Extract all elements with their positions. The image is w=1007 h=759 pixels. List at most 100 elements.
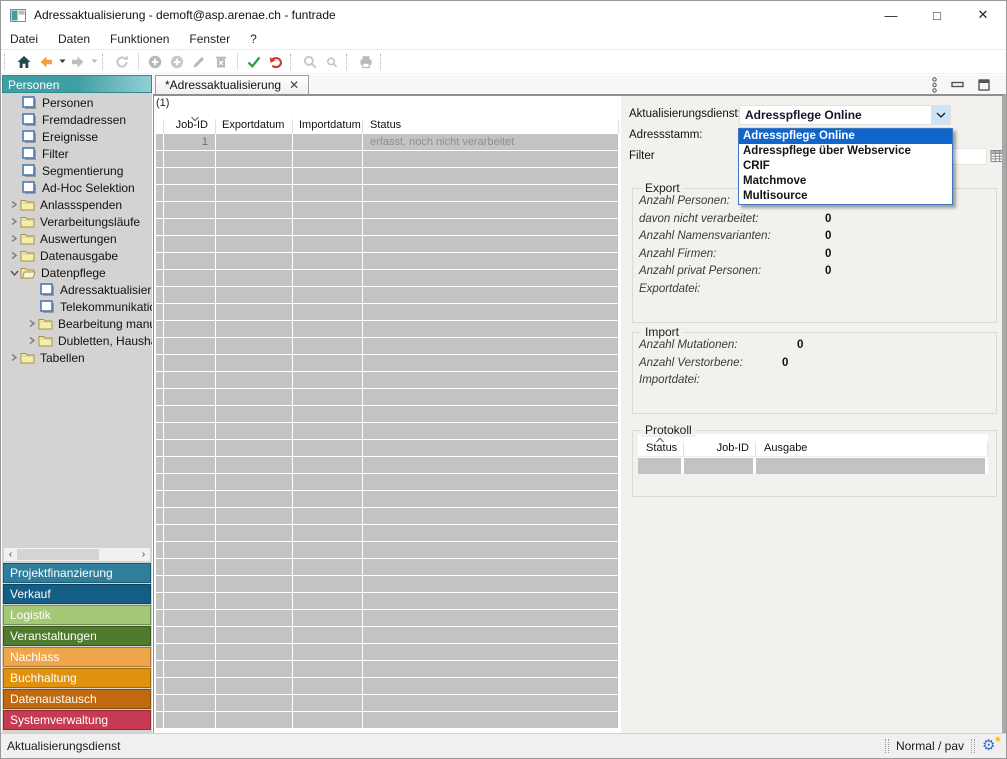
table-row[interactable] [156,712,619,729]
tab-close-icon[interactable]: ✕ [289,78,299,92]
dropdown-option-matchmove[interactable]: Matchmove [739,174,952,189]
tab-adressaktualisierung[interactable]: *Adressaktualisierung ✕ [155,75,309,94]
toolbar-add-alt-button[interactable] [166,51,188,73]
tree-item-auswertungen[interactable]: Auswertungen [2,230,152,247]
module-datenaustausch[interactable]: Datenaustausch [3,689,151,709]
toolbar-print-button[interactable] [355,51,377,73]
module-projektfinanzierung[interactable]: Projektfinanzierung [3,563,151,583]
table-row[interactable] [156,593,619,610]
close-button[interactable]: ✕ [960,1,1006,29]
tree-chevron-right-icon[interactable] [26,336,38,345]
table-row[interactable] [156,185,619,202]
tree-chevron-right-icon[interactable] [8,234,20,243]
table-row[interactable] [156,457,619,474]
module-verkauf[interactable]: Verkauf [3,584,151,604]
filter-grid-icon[interactable] [990,149,1005,163]
table-row[interactable] [156,338,619,355]
toolbar-back-button[interactable] [35,51,57,73]
table-row[interactable] [156,202,619,219]
table-row[interactable] [156,372,619,389]
table-row[interactable]: 1erfasst, noch nicht verarbeitet [156,134,619,151]
module-systemverwaltung[interactable]: Systemverwaltung [3,710,151,730]
toolbar-edit-button[interactable] [188,51,210,73]
settings-gear-icon[interactable]: ⚙ ★ [982,737,1000,755]
toolbar-search-small-button[interactable] [321,51,343,73]
menu-daten[interactable]: Daten [48,32,100,46]
toolbar-refresh-button[interactable] [111,51,133,73]
table-row[interactable] [156,253,619,270]
tree-item-tabellen[interactable]: Tabellen [2,349,152,366]
tree-item-segmentierung[interactable]: Segmentierung [2,162,152,179]
sort-ascending-icon[interactable] [655,434,665,446]
tree-item-datenpflege[interactable]: Datenpflege [2,264,152,281]
tree-item-personen[interactable]: Personen [2,94,152,111]
table-row[interactable] [156,219,619,236]
table-row[interactable] [156,695,619,712]
column-header-status[interactable]: Status [363,119,619,134]
toolbar-home-button[interactable] [13,51,35,73]
tree-item-dubletten-haushalte[interactable]: Dubletten, Haushalte [2,332,152,349]
maximize-pane-icon[interactable] [978,79,990,91]
column-header-exportdatum[interactable]: Exportdatum [216,119,293,134]
module-veranstaltungen[interactable]: Veranstaltungen [3,626,151,646]
toolbar-undo-button[interactable] [265,51,287,73]
tree-item-ereignisse[interactable]: Ereignisse [2,128,152,145]
menu-fenster[interactable]: Fenster [179,32,240,46]
menu-datei[interactable]: Datei [1,32,48,46]
table-row[interactable] [156,508,619,525]
toolbar-delete-button[interactable] [210,51,232,73]
tree-chevron-right-icon[interactable] [8,200,20,209]
table-row[interactable] [156,525,619,542]
table-row[interactable] [156,644,619,661]
dropdown-option-adresspflege-online[interactable]: Adresspflege Online [739,129,952,144]
table-row[interactable] [156,559,619,576]
table-row[interactable] [156,678,619,695]
toolbar-search-button[interactable] [299,51,321,73]
tab-menu-kebab-icon[interactable] [932,77,937,93]
tree-item-telekommunikationsd[interactable]: Telekommunikationsd [2,298,152,315]
table-row[interactable] [156,406,619,423]
menu-funktionen[interactable]: Funktionen [100,32,179,46]
column-header-ausgabe[interactable]: Ausgabe [756,442,988,456]
dropdown-caret-icon[interactable] [57,51,67,73]
table-row[interactable] [156,474,619,491]
toolbar-confirm-button[interactable] [243,51,265,73]
dropdown-option-adresspflege-über-webservice[interactable]: Adresspflege über Webservice [739,144,952,159]
table-row[interactable] [156,661,619,678]
table-row[interactable] [156,355,619,372]
table-row[interactable] [156,423,619,440]
table-row[interactable] [156,236,619,253]
table-row[interactable] [156,491,619,508]
column-header-importdatum[interactable]: Importdatum [293,119,363,134]
table-row[interactable] [156,576,619,593]
table-row[interactable] [156,610,619,627]
table-row[interactable] [156,627,619,644]
chevron-down-icon[interactable] [931,106,950,124]
tree-item-anlassspenden[interactable]: Anlassspenden [2,196,152,213]
tree-chevron-right-icon[interactable] [8,251,20,260]
menu-help[interactable]: ? [240,32,267,46]
tree-chevron-right-icon[interactable] [8,217,20,226]
tree-item-datenausgabe[interactable]: Datenausgabe [2,247,152,264]
sort-descending-icon[interactable] [190,113,200,125]
table-row[interactable] [156,321,619,338]
tree-item-adressaktualisierung[interactable]: Adressaktualisierung [2,281,152,298]
tree-item-verarbeitungsläufe[interactable]: Verarbeitungsläufe [2,213,152,230]
tree-chevron-right-icon[interactable] [26,319,38,328]
table-row[interactable] [156,270,619,287]
table-row[interactable] [156,304,619,321]
table-row[interactable] [156,389,619,406]
table-row[interactable] [156,440,619,457]
module-buchhaltung[interactable]: Buchhaltung [3,668,151,688]
dropdown-option-crif[interactable]: CRIF [739,159,952,174]
minimize-pane-icon[interactable] [951,80,964,90]
tree-item-fremdadressen[interactable]: Fremdadressen [2,111,152,128]
toolbar-add-button[interactable] [144,51,166,73]
tree-item-ad-hoc-selektion[interactable]: Ad-Hoc Selektion [2,179,152,196]
tree-item-bearbeitung-manuell[interactable]: Bearbeitung manuell [2,315,152,332]
table-row[interactable] [156,542,619,559]
sidebar-horizontal-scrollbar[interactable]: ‹ › [4,548,150,561]
module-logistik[interactable]: Logistik [3,605,151,625]
aktualisierungsdienst-combobox[interactable]: Adresspflege Online [739,105,951,125]
scroll-right-icon[interactable]: › [137,548,150,561]
